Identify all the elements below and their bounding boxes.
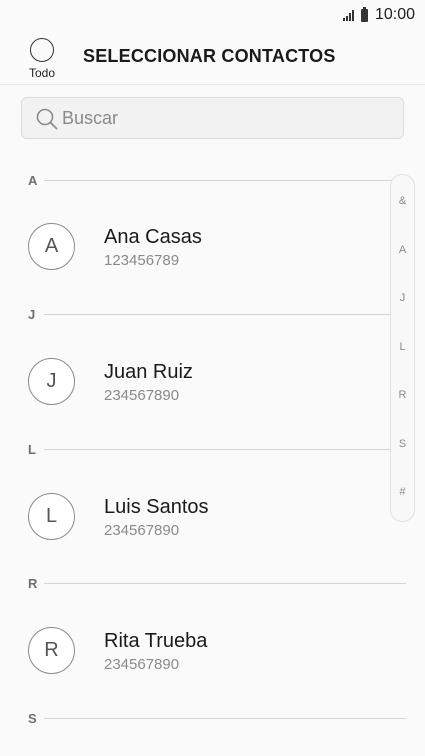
search-input[interactable] [62,98,392,138]
battery-icon [360,6,368,22]
select-all-label: Todo [28,66,56,80]
contact-item[interactable]: L Luis Santos 234567890 [0,466,390,566]
contact-name: Rita Trueba [104,630,208,652]
section-header-a: A [28,172,406,188]
contact-number: 234567890 [104,387,180,404]
contact-name: Ana Casas [104,226,202,248]
status-time: 10:00 [374,6,415,23]
search-bar[interactable] [21,97,404,139]
page-title: SELECCIONAR CONTACTOS [83,46,336,66]
section-header-s: S [28,710,406,726]
avatar: A [28,223,75,270]
section-header-r: R [28,575,406,591]
section-divider [44,717,406,719]
index-item[interactable]: J [391,292,414,304]
section-letter: S [28,710,37,726]
status-indicators: 10:00 [342,6,415,24]
section-letter: L [28,441,36,457]
section-divider [44,313,406,315]
contact-number: 123456789 [104,252,180,269]
avatar: J [28,358,75,405]
section-header-j: J [28,306,406,322]
select-all-circle-icon[interactable] [30,38,54,62]
section-letter: R [28,575,38,591]
search-icon [36,108,58,130]
section-header-l: L [28,441,406,457]
contact-number: 234567890 [104,656,180,673]
index-item[interactable]: & [391,195,414,207]
avatar: R [28,627,75,674]
header: Todo SELECCIONAR CONTACTOS [0,36,425,84]
section-letter: A [28,172,38,188]
contact-item[interactable]: J Juan Ruiz 234567890 [0,331,390,431]
contact-name: Juan Ruiz [104,361,193,383]
section-divider [44,582,406,584]
index-item[interactable]: A [391,244,414,256]
index-scrollbar[interactable]: & A J L R S # [390,174,415,522]
index-item[interactable]: R [391,389,414,401]
index-item[interactable]: S [391,438,414,450]
contact-item[interactable]: R Rita Trueba 234567890 [0,600,390,700]
contact-name: Luis Santos [104,496,209,518]
index-item[interactable]: L [391,341,414,353]
signal-icon [342,9,354,21]
avatar: L [28,493,75,540]
index-item[interactable]: # [391,486,414,498]
header-divider [0,84,425,85]
contact-number: 234567890 [104,522,180,539]
status-bar: 10:00 [0,0,425,32]
contact-item[interactable]: A Ana Casas 123456789 [0,196,390,296]
select-all-checkbox[interactable]: Todo [26,38,58,80]
section-divider [44,448,406,450]
section-letter: J [28,306,36,322]
section-divider [44,179,406,181]
